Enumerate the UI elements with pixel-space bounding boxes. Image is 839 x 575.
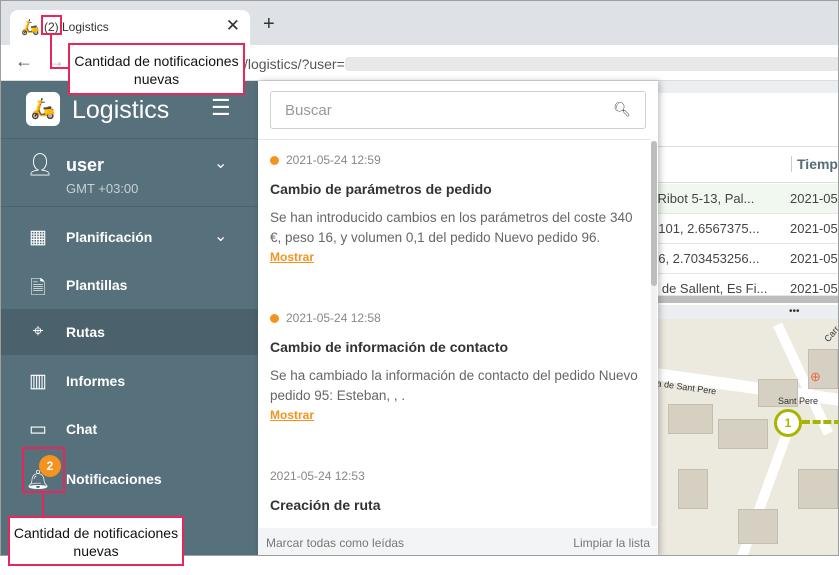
column-header-tiempo[interactable]: Tiempo (791, 156, 838, 172)
sidebar-item-label: Informes (66, 373, 126, 389)
chat-icon: ▭ (29, 419, 47, 440)
back-arrow-icon[interactable]: ← (15, 51, 33, 72)
chart-icon: ▥ (29, 371, 47, 392)
map-place-label: Sant Pere (778, 396, 819, 406)
user-timezone: GMT +03:00 (66, 181, 139, 196)
user-icon: 👤︎ (26, 152, 54, 177)
search-input[interactable]: Buscar 🔍︎ (270, 91, 646, 129)
sidebar-item-plantillas[interactable]: 🗎︎ Plantillas (1, 262, 258, 308)
badge-highlight (22, 447, 65, 493)
blurred-url (345, 57, 838, 71)
show-more-link[interactable]: Mostrar (270, 250, 314, 264)
table-row[interactable]: e de Sallent, Es Fi... 2021-05 (658, 274, 838, 296)
table-row[interactable]: 26, 2.703453256... 2021-05 (651, 244, 838, 274)
new-tab-button[interactable]: + (263, 13, 275, 36)
mark-all-read-button[interactable]: Marcar todas como leídas (266, 536, 404, 550)
brand-name: Logistics (72, 96, 170, 124)
notification-title: Creación de ruta (270, 497, 381, 513)
user-block[interactable]: 👤︎ user GMT +03:00 ⌄ (1, 139, 258, 207)
search-placeholder: Buscar (285, 102, 332, 119)
notification-item[interactable]: 2021-05-24 12:53 Creación de ruta (270, 469, 642, 513)
scooter-favicon-icon: 🛵 (21, 19, 40, 36)
tab-count-highlight (41, 15, 62, 35)
sidebar-item-label: Planificación (66, 229, 153, 245)
notification-body: Se han introducido cambios en los paráme… (270, 210, 633, 245)
template-icon: 🗎︎ (30, 278, 46, 299)
sidebar-item-planificacion[interactable]: ▦ Planificación ⌄ (1, 214, 258, 260)
notification-body: Se ha cambiado la información de contact… (270, 368, 638, 403)
horizontal-scrollbar[interactable] (658, 296, 838, 303)
unread-dot-icon (270, 156, 279, 165)
sidebar-item-informes[interactable]: ▥ Informes (1, 358, 258, 404)
table-row[interactable]: l Ribot 5-13, Pal... 2021-05 (651, 184, 838, 214)
table-row[interactable]: 0101, 2.6567375... 2021-05 (651, 214, 838, 244)
url-text[interactable]: /logistics/?user= (244, 56, 345, 72)
clear-list-button[interactable]: Limpiar la lista (573, 536, 650, 550)
sidebar-item-label: Notificaciones (66, 471, 162, 487)
notifications-list: 2021-05-24 12:59 Cambio de parámetros de… (258, 139, 650, 528)
menu-icon[interactable]: ☰ (211, 95, 231, 121)
route-line (802, 420, 838, 424)
resize-handle[interactable]: ••• (789, 306, 800, 317)
sidebar-item-chat[interactable]: ▭ Chat (1, 406, 258, 452)
scrollbar[interactable] (651, 141, 657, 526)
route-icon: ⌖ (32, 321, 44, 342)
map-street-label: Carr (822, 324, 839, 344)
notifications-footer: Marcar todas como leídas Limpiar la list… (258, 528, 658, 555)
user-name: user (66, 155, 105, 175)
notification-item[interactable]: 2021-05-24 12:58 Cambio de información d… (270, 311, 642, 424)
hospital-icon: ⊕ (810, 369, 821, 384)
callout-tab: Cantidad de notificaciones nuevas (68, 43, 245, 95)
logo-icon: 🛵 (26, 92, 60, 126)
map[interactable]: Costa de Sant Pere Sant Pere Carr ⊕ 1 (658, 319, 839, 555)
notification-title: Cambio de parámetros de pedido (270, 181, 492, 197)
notification-title: Cambio de información de contacto (270, 339, 509, 355)
tab-bar: 🛵 (2) Logistics ✕ + (1, 1, 838, 45)
calendar-icon: ▦ (29, 227, 47, 248)
search-icon[interactable]: 🔍︎ (613, 101, 631, 118)
sidebar-item-label: Chat (66, 421, 98, 437)
notifications-panel: Buscar 🔍︎ 2021-05-24 12:59 Cambio de par… (258, 81, 658, 555)
show-more-link[interactable]: Mostrar (270, 408, 314, 422)
sidebar-item-rutas[interactable]: ⌖ Rutas (1, 309, 258, 355)
orders-table: Tiempo l Ribot 5-13, Pal...2021-05 0101,… (651, 93, 838, 305)
main-content: Tiempo l Ribot 5-13, Pal...2021-05 0101,… (651, 81, 839, 555)
sidebar-item-label: Plantillas (66, 277, 128, 293)
chevron-down-icon[interactable]: ⌄ (214, 153, 227, 173)
callout-sidebar: Cantidad de notificaciones nuevas (8, 516, 184, 566)
notification-item[interactable]: 2021-05-24 12:59 Cambio de parámetros de… (270, 153, 642, 266)
sidebar-item-label: Rutas (66, 324, 105, 340)
chevron-down-icon[interactable]: ⌄ (214, 226, 227, 246)
close-tab-icon[interactable]: ✕ (226, 16, 240, 36)
unread-dot-icon (270, 314, 279, 323)
route-stop-marker[interactable]: 1 (774, 409, 802, 437)
